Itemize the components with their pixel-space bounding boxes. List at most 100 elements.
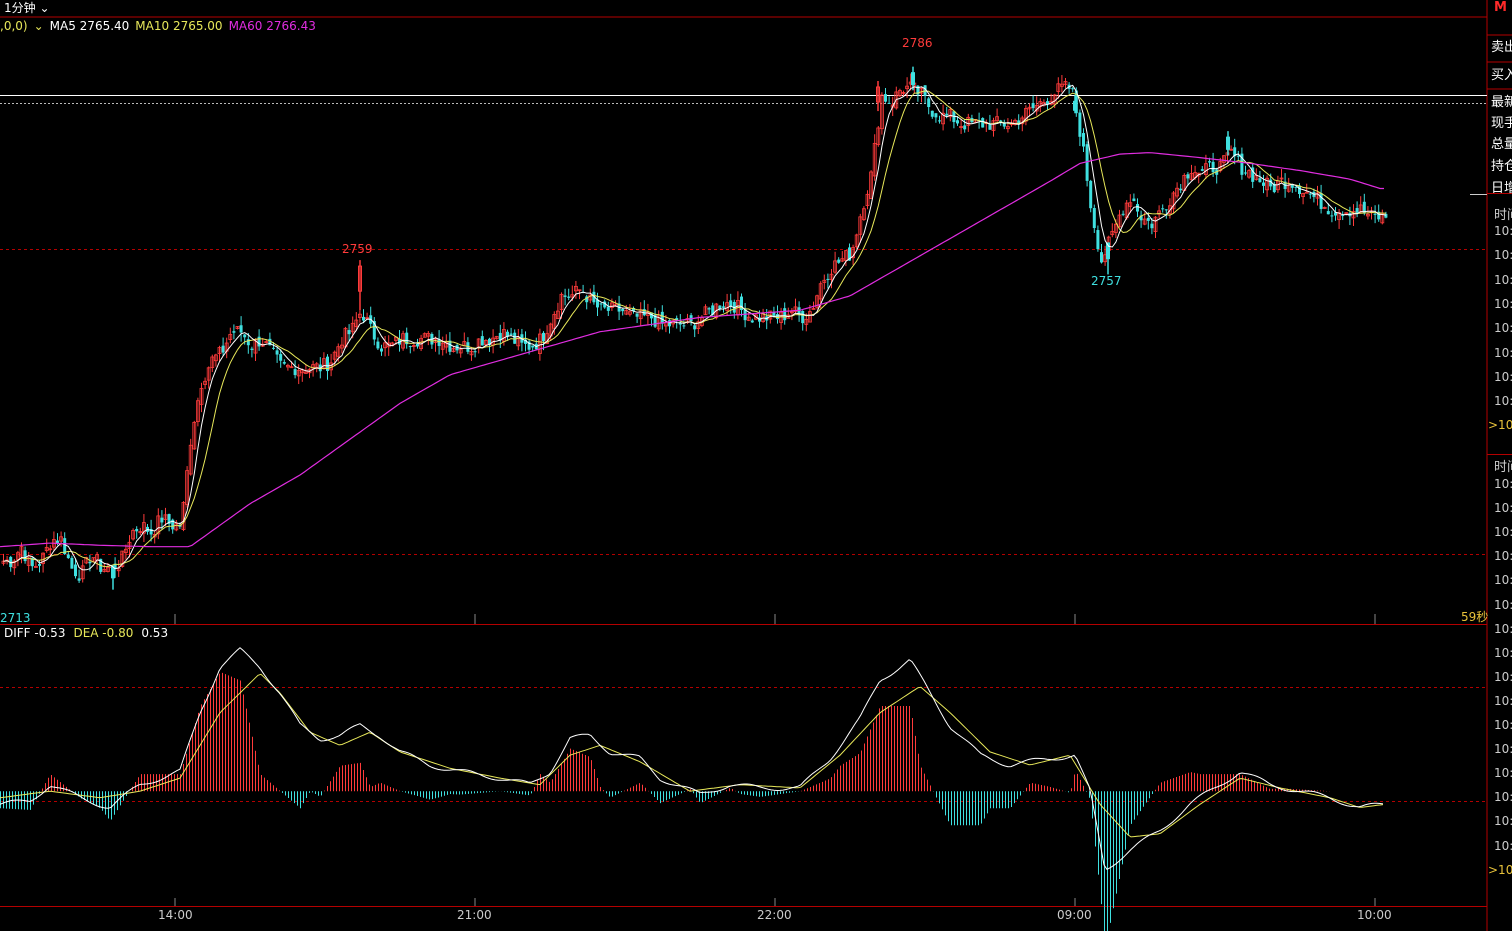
low-price-label: 2713	[0, 611, 31, 625]
candle-body	[279, 354, 283, 361]
candle-body	[621, 308, 625, 312]
candle-body	[282, 362, 286, 364]
candle-body	[23, 550, 27, 562]
candle-body	[1150, 223, 1154, 229]
candle-body	[1096, 230, 1100, 250]
candle-body	[38, 563, 41, 566]
candle-body	[567, 296, 571, 298]
candle-body	[1211, 161, 1215, 173]
candle-body	[1362, 201, 1366, 213]
chart-canvas[interactable]: 2786 2759 2757 2713	[0, 0, 1512, 931]
candle-body	[1161, 208, 1165, 210]
sell-row[interactable]: 卖出	[1491, 36, 1512, 55]
candle-body	[981, 118, 985, 128]
trade-time-tick: >10:	[1488, 862, 1512, 877]
candle-body	[729, 300, 733, 307]
ma60-line	[0, 152, 1384, 548]
candle-body	[826, 278, 830, 280]
buy-row[interactable]: 买入	[1491, 64, 1512, 83]
candle-body	[930, 110, 934, 117]
ma-params: ,0,0)	[0, 19, 28, 33]
candle-body	[927, 98, 931, 108]
candle-body	[934, 113, 938, 118]
chevron-down-icon[interactable]: ⌄	[34, 19, 44, 33]
candle-body	[275, 350, 279, 355]
candle-body	[232, 331, 236, 333]
trade-time-tick: 10:	[1494, 597, 1512, 612]
candle-body	[635, 313, 639, 317]
candle-body	[243, 334, 247, 338]
candle-body	[376, 341, 380, 349]
candle-body	[911, 72, 915, 85]
candle-body	[347, 330, 351, 335]
trade-time-tick: 10:	[1494, 621, 1512, 636]
high-price-label: 2786	[902, 36, 933, 50]
time-section-title: 时间	[1494, 460, 1512, 475]
candle-body	[513, 332, 517, 344]
candle-body	[1200, 169, 1204, 171]
candle-body	[1208, 161, 1211, 163]
x-tick-label: 22:00	[757, 908, 792, 922]
candle-body	[221, 345, 225, 353]
candle-body	[1186, 174, 1190, 179]
candle-body	[34, 566, 38, 568]
candle-body	[160, 517, 164, 523]
trade-time-tick: 10:	[1494, 573, 1512, 588]
candle-body	[542, 332, 545, 342]
candle-body	[783, 308, 787, 321]
ma-legend: ,0,0) ⌄ MA5 2765.40 MA10 2765.00 MA60 2766.4…	[0, 18, 322, 34]
candle-body	[239, 325, 243, 333]
period-selector[interactable]: 1分钟 ⌄	[4, 0, 50, 17]
candle-body	[1089, 180, 1093, 209]
chevron-down-icon: ⌄	[39, 1, 50, 15]
trade-time-tick: 10:	[1494, 296, 1512, 311]
ma60-value: MA60 2766.43	[228, 19, 316, 33]
candle-body	[1298, 185, 1301, 195]
x-tick-label: 09:00	[1057, 908, 1092, 922]
candle-body	[1304, 191, 1309, 194]
candle-body	[272, 347, 275, 349]
last-price-row: 最新	[1491, 95, 1512, 110]
candle-body	[408, 346, 412, 348]
swing-low-label: 2757	[1091, 274, 1122, 288]
candle-body	[1100, 252, 1103, 263]
time-section-title: 时间	[1494, 208, 1512, 223]
bar-countdown: 59秒	[1461, 610, 1489, 624]
candle-body	[1355, 208, 1359, 213]
candle-body	[660, 311, 664, 324]
candle-body	[257, 336, 261, 347]
candle-body	[1262, 182, 1265, 186]
trade-time-tick: 10:	[1494, 742, 1512, 757]
trade-time-tick: 10:	[1494, 394, 1512, 409]
ma10-value: MA10 2765.00	[135, 19, 223, 33]
swing-high-label: 2759	[342, 242, 373, 256]
candle-body	[1078, 112, 1082, 137]
candle-body	[956, 120, 959, 124]
candle-body	[362, 316, 365, 321]
current-lot-row: 现手	[1491, 116, 1512, 131]
x-tick-label: 21:00	[457, 908, 492, 922]
candle-body	[599, 303, 603, 305]
trade-time-tick: 10:	[1494, 369, 1512, 384]
candle-body	[1071, 88, 1075, 90]
period-label: 1分钟	[4, 1, 36, 15]
trade-time-tick: 10:	[1494, 549, 1512, 564]
trade-time-tick: 10:	[1494, 272, 1512, 287]
candle-body	[77, 578, 81, 581]
diff-value: DIFF -0.53	[4, 626, 66, 640]
candle-body	[1373, 213, 1377, 215]
candle-body	[380, 348, 383, 352]
trade-time-tick: 10:	[1494, 224, 1512, 238]
candle-body	[1164, 209, 1168, 211]
x-tick-label: 10:00	[1357, 908, 1392, 922]
candle-body	[135, 528, 139, 532]
candle-body	[293, 369, 297, 376]
candle-body	[1073, 100, 1077, 111]
trade-time-tick: >10:	[1488, 418, 1512, 433]
candle-body	[938, 120, 941, 122]
brand-logo: M	[1494, 0, 1507, 15]
daily-change-row: 日增	[1491, 181, 1512, 196]
candle-body	[1092, 208, 1096, 229]
candle-body	[66, 554, 70, 559]
candle-body	[509, 333, 513, 335]
